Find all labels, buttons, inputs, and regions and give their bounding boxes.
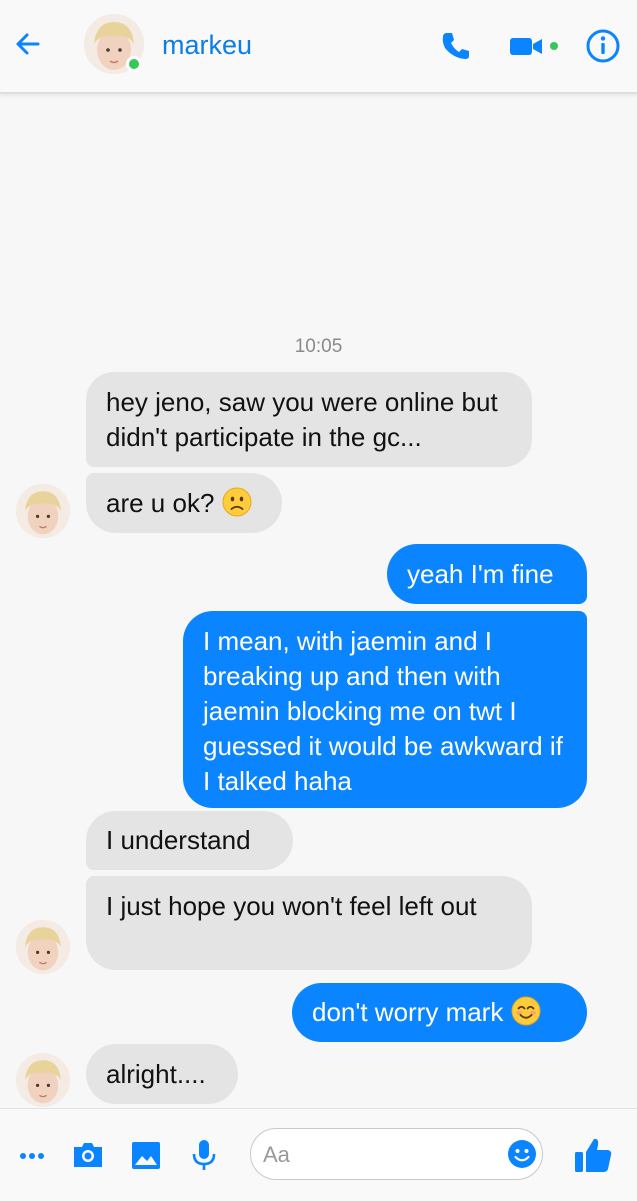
message-timestamp: 10:05 [294,336,343,357]
voice-call-button[interactable] [436,26,476,66]
voice-message-button[interactable] [186,1137,222,1173]
contact-avatar-small[interactable] [16,920,70,974]
message-bubble-received[interactable]: are u ok? [86,473,282,533]
message-text: hey jeno, saw you were online but didn't… [106,387,498,452]
emoji-button[interactable] [507,1139,537,1169]
gallery-button[interactable] [128,1137,164,1173]
more-icon [20,1153,44,1159]
camera-button[interactable] [70,1137,106,1173]
message-bubble-received[interactable]: I just hope you won't feel left out [86,876,532,970]
emoji-icon [508,1140,536,1168]
contact-avatar-small[interactable] [16,484,70,538]
contact-name[interactable]: markeu [162,30,252,61]
gallery-icon [132,1142,160,1169]
message-text: yeah I'm fine [407,559,554,589]
message-text: are u ok? [106,488,215,518]
info-button[interactable] [583,26,623,66]
phone-icon [442,33,469,59]
camera-icon [74,1143,102,1167]
message-bubble-received[interactable]: hey jeno, saw you were online but didn't… [86,372,532,467]
message-text: alright.... [106,1059,206,1089]
message-bubble-received[interactable]: alright.... [86,1044,238,1104]
video-active-dot [550,42,558,50]
thumbs-up-icon [575,1138,612,1172]
contact-avatar[interactable] [84,14,144,74]
like-button[interactable] [572,1135,614,1175]
avatar-image [16,1053,70,1107]
smiling-face-icon [511,996,541,1026]
message-text: I understand [106,825,251,855]
message-input-box[interactable] [250,1128,543,1180]
info-icon [586,29,620,63]
online-status-indicator [126,56,142,72]
video-call-button[interactable] [506,26,546,66]
message-text: I mean, with jaemin and I breaking up an… [203,626,563,796]
slightly-frowning-face-icon [222,487,252,517]
message-bubble-sent[interactable]: I mean, with jaemin and I breaking up an… [183,611,587,808]
avatar-image [16,484,70,538]
video-camera-icon [510,38,542,55]
back-button[interactable] [8,24,48,64]
message-bubble-received[interactable]: I understand [86,811,293,870]
back-arrow-icon [16,33,40,55]
message-input[interactable] [261,1137,505,1173]
conversation-header: markeu [0,0,637,94]
message-bubble-sent[interactable]: yeah I'm fine [387,544,587,604]
avatar-image [16,920,70,974]
contact-avatar-small[interactable] [16,1053,70,1107]
more-options-button[interactable] [14,1137,50,1173]
message-text: I just hope you won't feel left out [106,891,477,921]
message-text: don't worry mark [312,997,504,1027]
message-composer [0,1108,637,1201]
microphone-icon [192,1140,216,1170]
message-bubble-sent[interactable]: don't worry mark [292,983,587,1042]
